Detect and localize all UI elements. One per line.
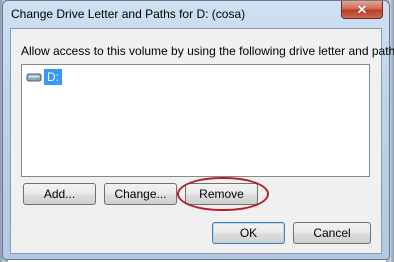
- drive-paths-list[interactable]: D:: [21, 64, 370, 177]
- change-drive-letter-dialog: Change Drive Letter and Paths for D: (co…: [2, 0, 394, 260]
- remove-button[interactable]: Remove: [185, 183, 258, 205]
- title-bar[interactable]: Change Drive Letter and Paths for D: (co…: [3, 1, 389, 27]
- add-button[interactable]: Add...: [23, 183, 96, 205]
- dialog-body: Allow access to this volume by using the…: [10, 28, 394, 254]
- ok-button[interactable]: OK: [212, 222, 285, 244]
- list-item-drive-d[interactable]: D:: [26, 69, 62, 85]
- close-icon: ✕: [356, 2, 368, 17]
- instruction-label: Allow access to this volume by using the…: [21, 44, 394, 58]
- list-item-label: D:: [44, 69, 62, 85]
- window-title: Change Drive Letter and Paths for D: (co…: [11, 7, 246, 21]
- cancel-button[interactable]: Cancel: [293, 222, 371, 244]
- change-button[interactable]: Change...: [104, 183, 177, 205]
- close-button[interactable]: ✕: [341, 1, 383, 19]
- drive-icon: [26, 73, 42, 82]
